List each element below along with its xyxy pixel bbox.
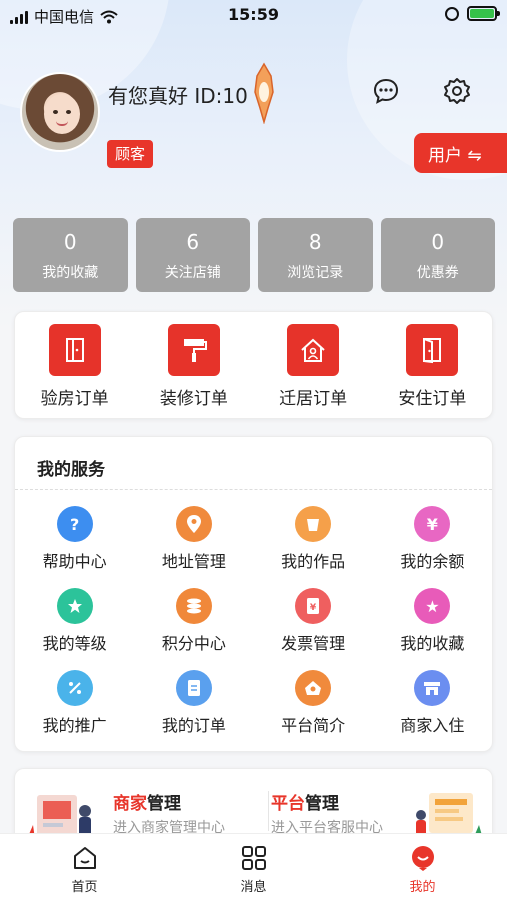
management-card: 商家管理 进入商家管理中心 平台管理 进入平台客服中心 [14, 768, 493, 838]
stat-history[interactable]: 8 浏览记录 [258, 218, 373, 292]
help-icon: ? [56, 506, 93, 542]
order-decoration[interactable]: 装修订单 [139, 324, 249, 418]
service-merchant-join[interactable]: 商家入住 [373, 670, 492, 746]
stat-label: 优惠券 [416, 265, 459, 281]
service-label: 发票管理 [281, 634, 346, 653]
platform-icon [295, 670, 332, 706]
service-orders[interactable]: 我的订单 [134, 670, 253, 746]
clock: 15:59 [228, 5, 279, 24]
mine-icon [411, 846, 434, 871]
role-tag: 顾客 [107, 140, 154, 168]
service-level[interactable]: 我的等级 [15, 588, 134, 664]
order-living[interactable]: 安住订单 [377, 324, 487, 418]
stat-value: 0 [431, 230, 445, 254]
service-label: 我的余额 [400, 552, 465, 571]
services-grid: ? 帮助中心 地址管理 我的作品 ¥ 我的余额 我的等级 积分中心 ¥ 发票管理… [15, 490, 492, 746]
service-label: 我的订单 [161, 716, 226, 735]
stat-value: 0 [63, 230, 77, 254]
services-card: 我的服务 ? 帮助中心 地址管理 我的作品 ¥ 我的余额 我的等级 积分中心 ¥… [14, 436, 493, 752]
stat-coupons[interactable]: 0 优惠券 [380, 218, 495, 292]
house-icon [287, 324, 340, 376]
stat-value: 6 [186, 230, 200, 254]
rotation-lock-icon [445, 6, 459, 21]
tab-mine[interactable]: 我的 [338, 834, 507, 900]
service-help[interactable]: ? 帮助中心 [15, 506, 134, 582]
gear-icon[interactable] [443, 77, 471, 105]
switch-role-button[interactable]: 用户 ⇋ [414, 133, 507, 173]
avatar[interactable] [20, 72, 100, 152]
shop-icon [414, 670, 451, 706]
service-platform-intro[interactable]: 平台简介 [254, 670, 373, 746]
username: 有您真好 ID:10 [108, 84, 248, 108]
order-label: 装修订单 [159, 389, 228, 409]
svg-text:¥: ¥ [310, 603, 317, 613]
star-icon: ★ [414, 588, 451, 624]
stat-label: 浏览记录 [287, 265, 344, 281]
service-label: 我的推广 [42, 716, 107, 735]
order-icon [175, 670, 212, 706]
service-promotion[interactable]: 我的推广 [15, 670, 134, 746]
stat-favorites[interactable]: 0 我的收藏 [13, 218, 128, 292]
service-works[interactable]: 我的作品 [254, 506, 373, 582]
cup-icon [295, 506, 332, 542]
order-label: 安住订单 [398, 389, 467, 409]
status-bar: 中国电信 15:59 [0, 0, 507, 32]
order-label: 验房订单 [40, 389, 109, 409]
money-bag-icon: ¥ [414, 506, 451, 542]
rank-badge-icon [254, 62, 274, 124]
stat-label: 我的收藏 [42, 265, 99, 281]
service-label: 平台简介 [281, 716, 346, 735]
service-label: 积分中心 [161, 634, 226, 653]
merchant-management[interactable]: 商家管理 进入商家管理中心 [15, 769, 255, 838]
services-title: 我的服务 [37, 460, 105, 480]
stat-followed-shops[interactable]: 6 关注店铺 [135, 218, 250, 292]
share-icon [56, 670, 93, 706]
switch-role-label: 用户 ⇋ [428, 145, 482, 166]
stat-value: 8 [308, 230, 322, 254]
service-balance[interactable]: ¥ 我的余额 [373, 506, 492, 582]
stat-label: 关注店铺 [164, 265, 221, 281]
platform-illustration [416, 793, 483, 838]
tab-messages[interactable]: 消息 [169, 834, 338, 900]
grid-icon [241, 846, 266, 870]
order-moving[interactable]: 迁居订单 [258, 324, 368, 418]
paint-roller-icon [167, 324, 220, 376]
service-label: 地址管理 [161, 552, 226, 571]
orders-card: 验房订单 装修订单 迁居订单 安住订单 [14, 311, 493, 419]
battery-icon [467, 6, 500, 21]
service-points[interactable]: 积分中心 [134, 588, 253, 664]
door-icon [48, 324, 101, 376]
service-invoice[interactable]: ¥ 发票管理 [254, 588, 373, 664]
tab-bar: 首页 消息 我的 [0, 833, 507, 900]
platform-management[interactable]: 平台管理 进入平台客服中心 [255, 769, 492, 838]
service-label: 我的作品 [281, 552, 346, 571]
chat-icon[interactable] [372, 77, 400, 105]
service-label: 商家入住 [400, 716, 465, 735]
stats-row: 0 我的收藏 6 关注店铺 8 浏览记录 0 优惠券 [13, 218, 495, 292]
merchant-illustration [27, 795, 91, 838]
location-icon [175, 506, 212, 542]
tab-label: 首页 [71, 880, 98, 895]
service-address[interactable]: 地址管理 [134, 506, 253, 582]
platform-title: 平台管理 [271, 794, 339, 814]
tab-label: 消息 [240, 880, 267, 895]
order-label: 迁居订单 [279, 389, 348, 409]
tab-home[interactable]: 首页 [0, 834, 169, 900]
vip-icon [56, 588, 93, 624]
service-label: 我的等级 [42, 634, 107, 653]
service-label: 我的收藏 [400, 634, 465, 653]
coins-icon [175, 588, 212, 624]
invoice-icon: ¥ [295, 588, 332, 624]
merchant-title: 商家管理 [113, 794, 181, 814]
service-label: 帮助中心 [42, 552, 107, 571]
service-favorites[interactable]: ★ 我的收藏 [373, 588, 492, 664]
order-inspection[interactable]: 验房订单 [20, 324, 130, 418]
home-icon [73, 847, 96, 869]
open-door-icon [406, 324, 459, 376]
tab-label: 我的 [409, 880, 436, 895]
